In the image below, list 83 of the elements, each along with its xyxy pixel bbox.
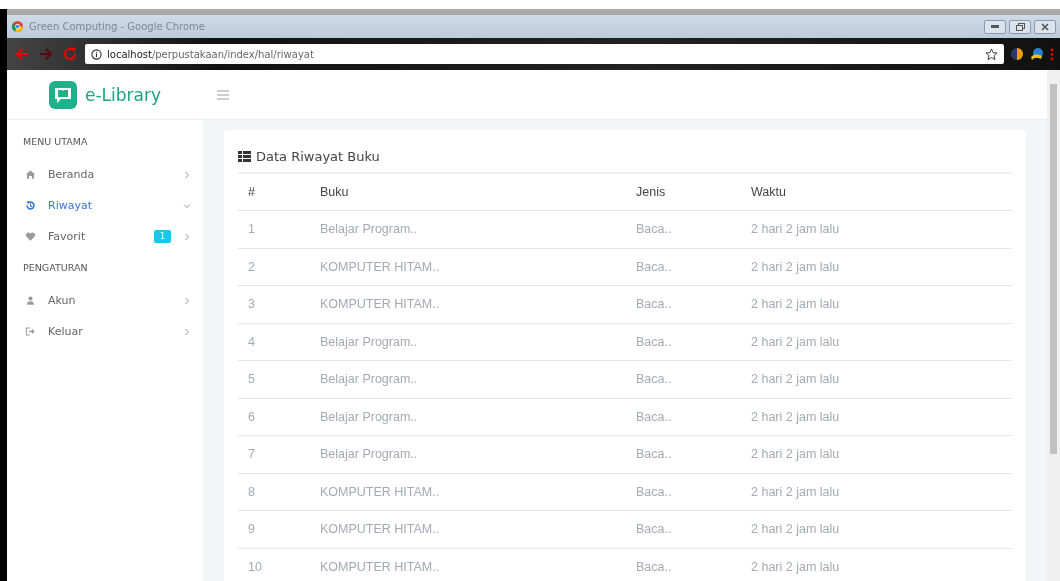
table-cell: Baca.. xyxy=(626,360,741,398)
history-icon xyxy=(25,200,36,211)
table-cell: 2 hari 2 jam lalu xyxy=(741,548,1012,581)
table-cell: Baca.. xyxy=(626,323,741,361)
column-header: Waktu xyxy=(741,174,1012,211)
sidebar-item[interactable]: Akun xyxy=(7,285,203,316)
scrollbar[interactable] xyxy=(1047,70,1060,581)
close-button[interactable] xyxy=(1034,19,1056,34)
table-cell: KOMPUTER HITAM.. xyxy=(310,510,626,548)
table-cell: 4 xyxy=(238,323,310,361)
table-cell: 1 xyxy=(238,210,310,248)
table-cell: 2 hari 2 jam lalu xyxy=(741,435,1012,473)
table-cell: 2 hari 2 jam lalu xyxy=(741,210,1012,248)
count-badge: 1 xyxy=(153,230,171,243)
sidebar-item[interactable]: Keluar xyxy=(7,316,203,347)
column-header: Jenis xyxy=(626,174,741,211)
chevron-icon xyxy=(183,201,191,210)
table-cell: Baca.. xyxy=(626,285,741,323)
heart-icon xyxy=(25,231,36,242)
column-header: Buku xyxy=(310,174,626,211)
extension-icon[interactable] xyxy=(1030,47,1044,61)
table-cell: Belajar Program.. xyxy=(310,323,626,361)
table-cell: KOMPUTER HITAM.. xyxy=(310,285,626,323)
bookmark-star-icon[interactable] xyxy=(985,47,998,61)
table-cell: Belajar Program.. xyxy=(310,210,626,248)
card-title: Data Riwayat Buku xyxy=(256,148,380,164)
table-cell: 8 xyxy=(238,473,310,511)
table-cell: Baca.. xyxy=(626,510,741,548)
table-cell: 10 xyxy=(238,548,310,581)
table-cell: Belajar Program.. xyxy=(310,398,626,436)
menu-icon[interactable] xyxy=(1050,47,1054,61)
table-cell: Baca.. xyxy=(626,398,741,436)
table-cell: 5 xyxy=(238,360,310,398)
table-cell: Belajar Program.. xyxy=(310,360,626,398)
chevron-icon xyxy=(183,327,191,336)
table-cell: KOMPUTER HITAM.. xyxy=(310,548,626,581)
table-cell: Baca.. xyxy=(626,210,741,248)
table-cell: 2 hari 2 jam lalu xyxy=(741,285,1012,323)
table-cell: 9 xyxy=(238,510,310,548)
table-cell: Baca.. xyxy=(626,473,741,511)
restore-icon xyxy=(1015,22,1025,31)
logout-icon xyxy=(25,326,36,337)
table-cell: 2 hari 2 jam lalu xyxy=(741,473,1012,511)
chat-book-logo-icon xyxy=(48,80,77,109)
table-cell: KOMPUTER HITAM.. xyxy=(310,248,626,286)
browser-logo-icon xyxy=(12,21,23,32)
sidebar-item[interactable]: Favorit 1 xyxy=(7,221,203,252)
table-cell: 2 hari 2 jam lalu xyxy=(741,398,1012,436)
window-title: Green Computing - Google Chrome xyxy=(29,21,205,32)
table-cell: 2 hari 2 jam lalu xyxy=(741,360,1012,398)
home-icon xyxy=(25,169,36,180)
table-cell: Belajar Program.. xyxy=(310,435,626,473)
minimize-button[interactable] xyxy=(984,19,1006,34)
table-cell: 7 xyxy=(238,435,310,473)
sidebar-item[interactable]: Beranda xyxy=(7,159,203,190)
table-cell: Baca.. xyxy=(626,548,741,581)
column-header: # xyxy=(238,174,310,211)
app-logo-text: e-Library xyxy=(84,84,161,105)
table-cell: 2 hari 2 jam lalu xyxy=(741,248,1012,286)
reload-icon[interactable] xyxy=(61,45,79,63)
minimize-icon xyxy=(991,25,999,28)
user-icon xyxy=(25,295,36,306)
section-heading: PENGATURAN xyxy=(22,261,89,275)
table-cell: Baca.. xyxy=(626,248,741,286)
chevron-icon xyxy=(183,296,191,305)
list-icon xyxy=(238,150,251,162)
table-cell: Baca.. xyxy=(626,435,741,473)
close-icon xyxy=(1041,22,1049,31)
section-heading: MENU UTAMA xyxy=(22,135,89,149)
chevron-icon xyxy=(183,232,191,241)
restore-button[interactable] xyxy=(1009,19,1031,34)
table-cell: 3 xyxy=(238,285,310,323)
table-cell: 6 xyxy=(238,398,310,436)
sidebar-item[interactable]: Riwayat xyxy=(7,190,203,221)
table-cell: 2 hari 2 jam lalu xyxy=(741,510,1012,548)
url-text: localhost/perpustakaan/index/hal/riwayat xyxy=(107,48,314,60)
address-bar[interactable]: localhost/perpustakaan/index/hal/riwayat xyxy=(85,44,1004,64)
chevron-icon xyxy=(183,170,191,179)
info-icon xyxy=(91,48,102,60)
table-cell: 2 hari 2 jam lalu xyxy=(741,323,1012,361)
extension-icon[interactable] xyxy=(1010,47,1024,61)
table-cell: KOMPUTER HITAM.. xyxy=(310,473,626,511)
table-cell: 2 xyxy=(238,248,310,286)
